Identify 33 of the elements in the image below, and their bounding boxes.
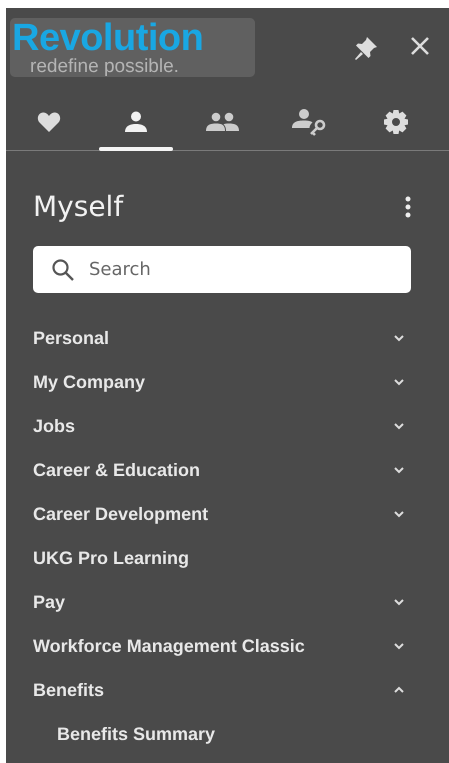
chevron-down-icon	[393, 598, 405, 606]
logo-name: Revolution	[12, 18, 204, 58]
menu-item[interactable]: Pay	[33, 592, 66, 612]
submenu-item[interactable]: Benefits Summary	[33, 724, 216, 744]
more-vertical-icon	[405, 196, 411, 218]
settings-icon	[382, 108, 409, 134]
search-field[interactable]: Search	[33, 246, 411, 293]
people-icon	[204, 112, 240, 132]
chevron-down-icon	[393, 422, 405, 430]
menu-item[interactable]: Career & Education	[33, 460, 200, 480]
menu-item[interactable]: UKG Pro Learning	[33, 548, 190, 568]
person-key-icon	[290, 108, 328, 136]
chevron-up-icon	[393, 686, 405, 694]
menu-item[interactable]: Career Development	[33, 504, 208, 524]
more-options-button[interactable]	[405, 196, 411, 218]
menu-item[interactable]: Benefits	[33, 680, 104, 700]
chevron-down-icon	[393, 466, 405, 474]
pin-button[interactable]	[353, 35, 379, 61]
menu-item[interactable]: Personal	[33, 328, 110, 348]
heart-icon	[37, 110, 62, 132]
search-icon	[51, 258, 75, 282]
menu-item[interactable]: Jobs	[33, 416, 76, 436]
chevron-down-icon	[393, 642, 405, 650]
menu-item[interactable]: Workforce Management Classic	[33, 636, 305, 656]
logo-tagline: redefine possible.	[29, 58, 180, 76]
close-icon	[409, 35, 431, 57]
chevron-down-icon	[393, 334, 405, 342]
menu-item[interactable]: My Company	[33, 372, 146, 392]
close-button[interactable]	[409, 35, 431, 57]
panel-title: Myself	[33, 189, 124, 225]
chevron-down-icon	[393, 510, 405, 518]
pin-icon	[353, 35, 379, 61]
chevron-down-icon	[393, 378, 405, 386]
